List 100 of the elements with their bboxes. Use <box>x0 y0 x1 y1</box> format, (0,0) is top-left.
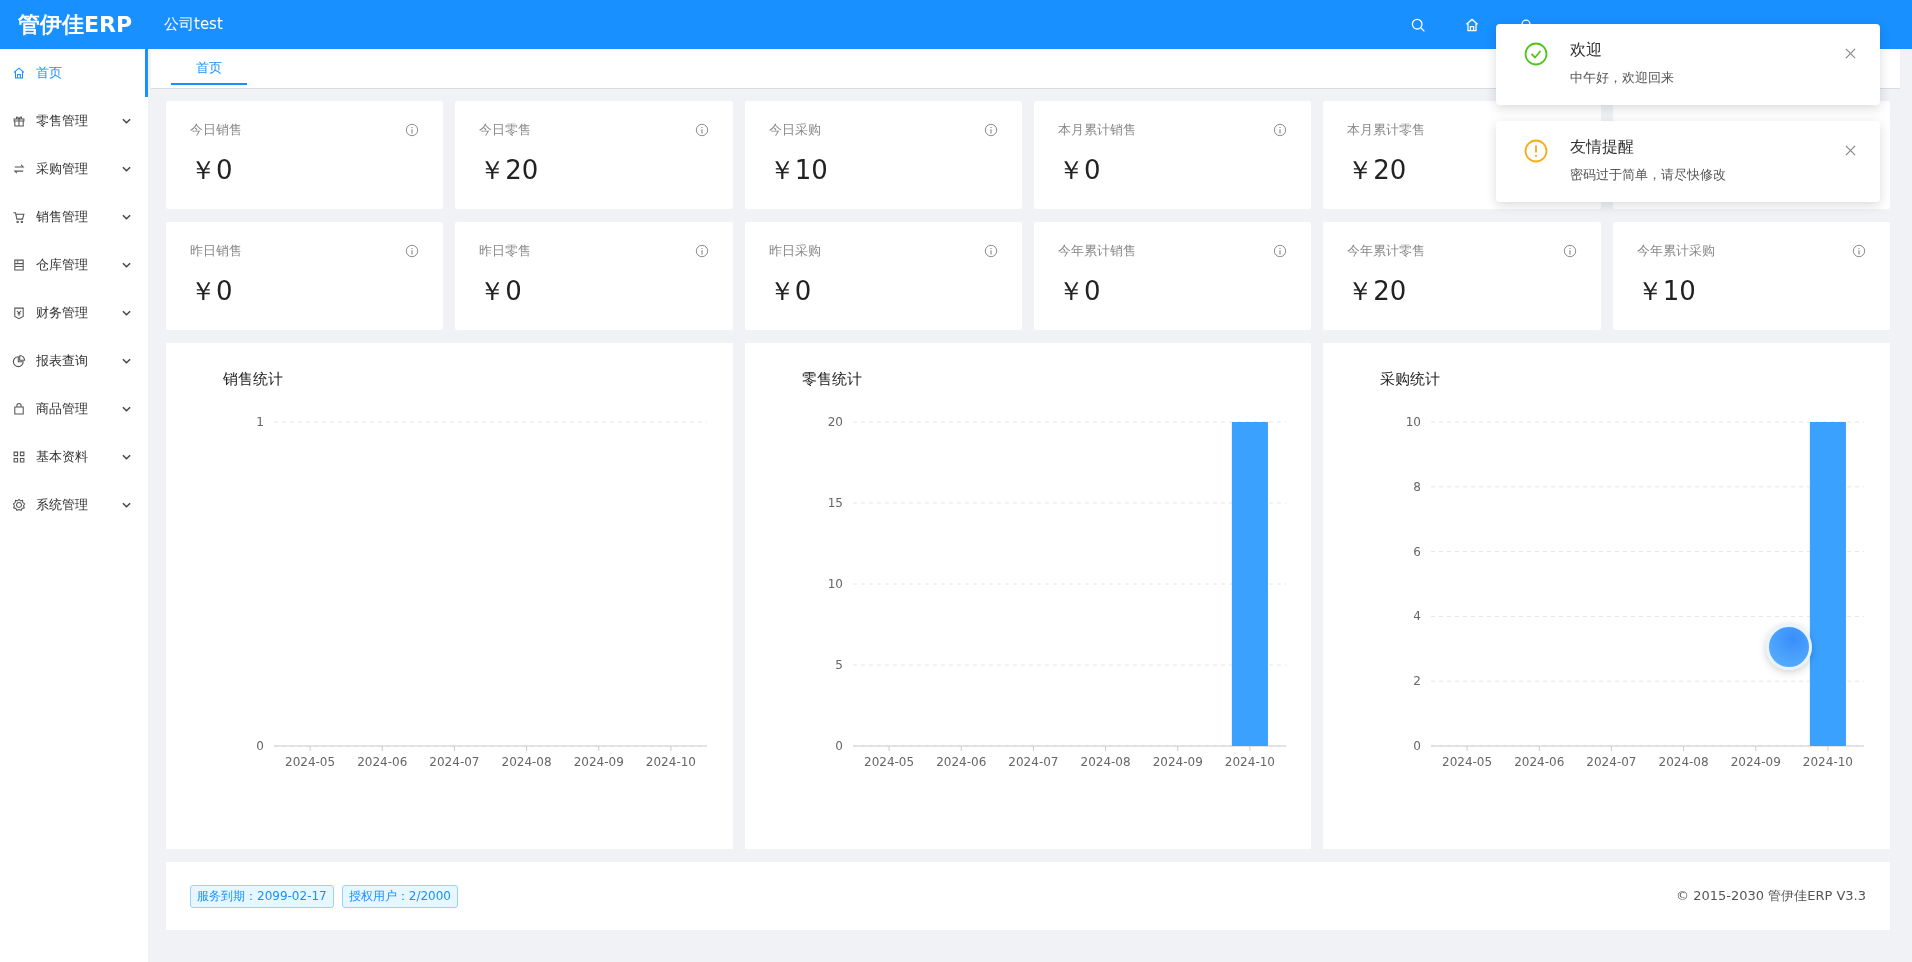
y-tick-label: 10 <box>827 577 843 591</box>
stat-value: ￥10 <box>1636 275 1697 308</box>
sidebar-item[interactable]: 销售管理 <box>0 193 148 241</box>
sidebar-item[interactable]: 仓库管理 <box>0 241 148 289</box>
y-tick-label: 0 <box>835 739 843 753</box>
info-icon[interactable] <box>984 244 998 258</box>
x-tick-label: 2024-07 <box>1586 755 1637 769</box>
company-name: 公司test <box>164 15 223 34</box>
stat-value: ￥0 <box>1058 275 1102 308</box>
sidebar-item[interactable]: 采购管理 <box>0 145 148 193</box>
stat-value: ￥0 <box>768 275 813 308</box>
stat-value: ￥0 <box>190 275 234 308</box>
chart-title: 采购统计 <box>1380 370 1441 389</box>
x-tick-label: 2024-09 <box>1152 755 1203 769</box>
sidebar-item[interactable]: 系统管理 <box>0 481 148 529</box>
y-tick-label: 6 <box>1413 544 1422 559</box>
stat-label: 今年累计采购 <box>1636 242 1715 260</box>
x-tick-label: 2024-10 <box>1803 755 1854 769</box>
y-tick-label: 15 <box>827 496 843 510</box>
chevron-icon <box>122 118 131 124</box>
y-tick-label: 2 <box>1413 674 1422 689</box>
chart-title: 零售统计 <box>801 370 862 389</box>
exclamation-circle-icon <box>1524 139 1548 163</box>
stat-label: 今日采购 <box>768 121 821 139</box>
info-icon[interactable] <box>694 244 709 258</box>
y-tick-label: 0 <box>256 739 264 753</box>
money-icon <box>12 306 26 320</box>
stat-value: ￥10 <box>768 154 829 187</box>
stat-label: 昨日销售 <box>190 242 242 260</box>
stat-label: 本月累计零售 <box>1347 121 1426 139</box>
x-tick-label: 2024-06 <box>357 755 408 769</box>
chevron-icon <box>122 310 131 316</box>
info-tag: 服务到期：2099-02-17 <box>190 884 334 908</box>
sidebar-item[interactable]: 基本资料 <box>0 433 148 481</box>
chevron-icon <box>122 214 131 220</box>
stat-label: 昨日采购 <box>768 242 821 260</box>
stat-label: 今日销售 <box>190 121 242 139</box>
chart-title: 销售统计 <box>223 370 283 389</box>
close-icon[interactable] <box>1845 145 1856 156</box>
pie-icon <box>12 354 26 368</box>
chevron-icon <box>122 166 131 172</box>
y-tick-label: 4 <box>1413 609 1422 624</box>
home-icon <box>12 66 26 80</box>
info-icon[interactable] <box>1273 244 1288 258</box>
stat-value: ￥0 <box>479 275 523 308</box>
info-icon[interactable] <box>984 123 998 137</box>
sidebar-item[interactable]: 财务管理 <box>0 289 148 337</box>
x-tick-label: 2024-09 <box>573 755 624 769</box>
chevron-icon <box>122 502 131 508</box>
chevron-icon <box>122 406 131 412</box>
x-tick-label: 2024-05 <box>863 755 914 769</box>
gear-icon <box>12 498 26 512</box>
sidebar-item[interactable]: 商品管理 <box>0 385 148 433</box>
stat-value: ￥20 <box>479 154 540 187</box>
box-icon <box>12 258 26 272</box>
stat-value: ￥20 <box>1347 154 1408 187</box>
notification-message: 中午好，欢迎回来 <box>1570 69 1675 87</box>
x-tick-label: 2024-05 <box>1442 755 1493 769</box>
x-tick-label: 2024-07 <box>1008 755 1059 769</box>
chevron-icon <box>122 454 131 460</box>
gift-icon <box>12 114 26 128</box>
info-icon[interactable] <box>405 244 420 258</box>
home-icon[interactable] <box>1464 16 1480 33</box>
info-icon[interactable] <box>694 123 709 137</box>
x-tick-label: 2024-08 <box>501 755 552 769</box>
stat-value: ￥0 <box>190 154 234 187</box>
info-icon[interactable] <box>1273 123 1288 137</box>
grid-icon <box>12 450 26 464</box>
x-tick-label: 2024-10 <box>645 755 696 769</box>
x-tick-label: 2024-09 <box>1731 755 1782 769</box>
bag-icon <box>12 402 26 416</box>
check-circle-icon <box>1524 42 1548 66</box>
close-icon[interactable] <box>1845 48 1856 59</box>
sidebar-item[interactable]: 报表查询 <box>0 337 148 385</box>
notification-title: 欢迎 <box>1570 40 1603 61</box>
x-tick-label: 2024-06 <box>1514 755 1565 769</box>
x-tick-label: 2024-08 <box>1658 755 1709 769</box>
stat-label: 今年累计零售 <box>1347 242 1426 260</box>
info-icon[interactable] <box>1562 244 1577 258</box>
sidebar-item[interactable]: 零售管理 <box>0 97 148 145</box>
stat-label: 今日零售 <box>479 121 532 139</box>
swap-icon <box>12 162 26 176</box>
chevron-icon <box>122 358 131 364</box>
stat-label: 今年累计销售 <box>1058 242 1136 260</box>
copyright-text: © 2015-2030 管伊佳ERP V3.3 <box>1676 887 1866 905</box>
info-icon[interactable] <box>405 123 420 137</box>
search-icon[interactable] <box>1410 16 1426 33</box>
info-icon[interactable] <box>1852 244 1866 258</box>
app-logo: 管伊佳ERP <box>18 10 134 39</box>
notification-message: 密码过于简单，请尽快修改 <box>1570 166 1727 184</box>
stat-label: 本月累计销售 <box>1058 121 1136 139</box>
x-tick-label: 2024-10 <box>1224 755 1275 769</box>
notification-title: 友情提醒 <box>1570 137 1635 158</box>
y-tick-label: 10 <box>1406 415 1422 429</box>
stat-value: ￥0 <box>1058 154 1102 187</box>
cart-icon <box>12 210 26 224</box>
x-tick-label: 2024-06 <box>935 755 986 769</box>
stat-value: ￥20 <box>1347 275 1408 308</box>
x-tick-label: 2024-08 <box>1080 755 1131 769</box>
info-tag: 授权用户：2/2000 <box>341 884 458 908</box>
